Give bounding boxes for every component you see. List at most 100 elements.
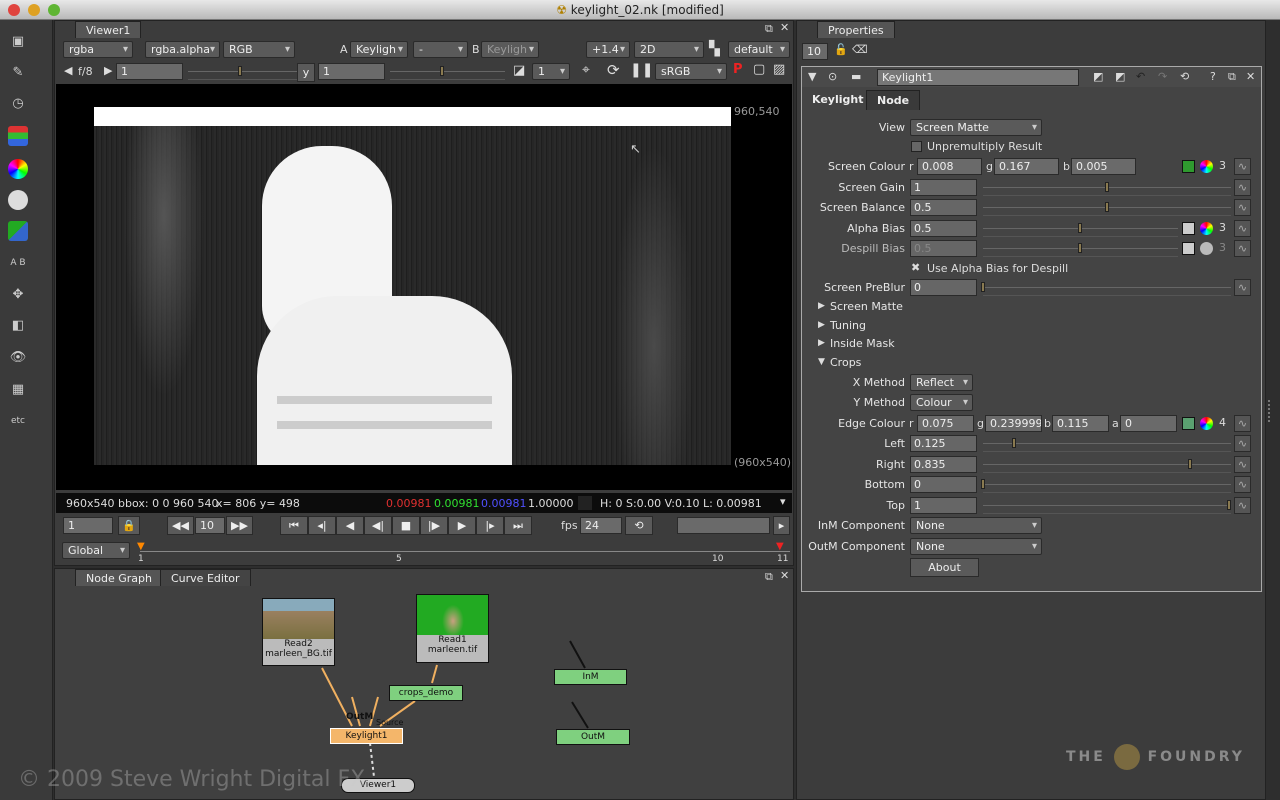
alpha-bias-slider[interactable] [983, 220, 1178, 237]
help-icon[interactable]: ? [1210, 70, 1216, 83]
edge-colour-r[interactable]: 0.075 [917, 415, 974, 432]
screen-balance-slider[interactable] [983, 199, 1231, 216]
tab-keylight[interactable]: Keylight [802, 90, 874, 110]
right-slider[interactable] [983, 456, 1231, 473]
group-screen-matte[interactable]: Screen Matte [830, 300, 903, 313]
channel-count[interactable]: 3 [1219, 159, 1226, 172]
collapse-panel-icon[interactable]: ▼ [808, 70, 816, 83]
screen-balance-field[interactable]: 0.5 [910, 199, 977, 216]
edge-colour-b[interactable]: 0.115 [1052, 415, 1109, 432]
y-method-label: Y Method [853, 396, 905, 409]
node-outm[interactable]: OutM [556, 729, 630, 745]
unpremult-checkbox[interactable] [911, 141, 922, 152]
node-name-field[interactable]: Keylight1 [877, 69, 1079, 86]
float-panel-icon[interactable]: ⧉ [1228, 70, 1236, 84]
edge-colour-g[interactable]: 0.2399999 [985, 415, 1042, 432]
animation-icon[interactable]: ∿ [1234, 240, 1251, 257]
alpha-bias-label: Alpha Bias [847, 222, 905, 235]
animation-icon[interactable]: ∿ [1234, 497, 1251, 514]
max-panels-field[interactable]: 10 [802, 43, 828, 60]
node-crops-demo[interactable]: crops_demo [389, 685, 463, 701]
despill-bias-slider[interactable] [983, 240, 1178, 257]
color-wheel-icon[interactable] [1200, 242, 1213, 255]
animation-icon[interactable]: ∿ [1234, 476, 1251, 493]
edge-outm-in [571, 701, 589, 729]
expand-icon[interactable]: ▶ [818, 338, 825, 348]
animation-icon[interactable]: ∿ [1234, 435, 1251, 452]
left-slider[interactable] [983, 435, 1231, 452]
lock-panels-icon[interactable]: 🔓 [834, 43, 848, 56]
channel-count[interactable]: 3 [1219, 241, 1226, 254]
preblur-field[interactable]: 0 [910, 279, 977, 296]
expand-icon[interactable]: ▶ [818, 301, 825, 311]
top-field[interactable]: 1 [910, 497, 977, 514]
alpha-bias-swatch[interactable] [1182, 222, 1195, 235]
color-wheel-icon[interactable] [1200, 160, 1213, 173]
tab-node[interactable]: Node [866, 90, 921, 110]
x-method-dropdown[interactable]: Reflect [910, 374, 973, 391]
screen-colour-b[interactable]: 0.005 [1071, 158, 1136, 175]
preblur-slider[interactable] [981, 279, 1231, 296]
revert-icon[interactable]: ⟲ [1180, 70, 1189, 83]
tile-color-icon[interactable]: ◩ [1093, 70, 1103, 83]
node-inm[interactable]: InM [554, 669, 627, 685]
clear-panels-icon[interactable]: ⌫ [852, 43, 868, 56]
node-toggle-icon[interactable]: ⊙ [828, 70, 837, 83]
outm-component-dropdown[interactable]: None [910, 538, 1042, 555]
edge-colour-swatch[interactable] [1182, 417, 1195, 430]
group-inside-mask[interactable]: Inside Mask [830, 337, 895, 350]
animation-icon[interactable]: ∿ [1234, 456, 1251, 473]
despill-bias-field[interactable]: 0.5 [910, 240, 977, 257]
top-slider[interactable] [983, 497, 1231, 514]
screen-gain-slider[interactable] [983, 179, 1231, 196]
animation-icon[interactable]: ∿ [1234, 415, 1251, 432]
screen-colour-g[interactable]: 0.167 [994, 158, 1059, 175]
animation-icon[interactable]: ∿ [1234, 279, 1251, 296]
edge-inm-in [569, 640, 586, 669]
gl-color-icon[interactable]: ◩ [1115, 70, 1125, 83]
pane-splitter-handle[interactable] [1268, 400, 1276, 422]
expand-icon[interactable]: ▶ [818, 320, 825, 330]
despill-bias-swatch[interactable] [1182, 242, 1195, 255]
group-crops[interactable]: Crops [830, 356, 861, 369]
node-keylight1[interactable]: Keylight1 [330, 728, 403, 744]
node-read2[interactable]: Read2 marleen_BG.tif [262, 598, 335, 666]
screen-colour-swatch[interactable] [1182, 160, 1195, 173]
bottom-field[interactable]: 0 [910, 476, 977, 493]
screen-colour-r[interactable]: 0.008 [917, 158, 982, 175]
left-label: Left [884, 437, 905, 450]
preblur-label: Screen PreBlur [824, 281, 905, 294]
color-wheel-icon[interactable] [1200, 417, 1213, 430]
view-dropdown[interactable]: Screen Matte [910, 119, 1042, 136]
y-method-dropdown[interactable]: Colour [910, 394, 973, 411]
bottom-slider[interactable] [981, 476, 1231, 493]
screen-gain-label: Screen Gain [838, 181, 905, 194]
channel-count[interactable]: 3 [1219, 221, 1226, 234]
tab-properties[interactable]: Properties [817, 21, 895, 38]
node-file: marleen.tif [427, 645, 478, 655]
channel-count[interactable]: 4 [1219, 416, 1226, 429]
despill-bias-label: Despill Bias [841, 242, 905, 255]
animation-icon[interactable]: ∿ [1234, 179, 1251, 196]
animation-icon[interactable]: ∿ [1234, 220, 1251, 237]
redo-icon[interactable]: ↷ [1158, 70, 1167, 83]
use-alpha-bias-checkbox[interactable]: ✖ [911, 261, 920, 274]
x-method-label: X Method [852, 376, 905, 389]
node-color-icon[interactable]: ▬ [851, 70, 861, 83]
animation-icon[interactable]: ∿ [1234, 158, 1251, 175]
color-wheel-icon[interactable] [1200, 222, 1213, 235]
animation-icon[interactable]: ∿ [1234, 199, 1251, 216]
inm-component-dropdown[interactable]: None [910, 517, 1042, 534]
right-field[interactable]: 0.835 [910, 456, 977, 473]
about-button[interactable]: About [910, 558, 979, 577]
edge-colour-a[interactable]: 0 [1120, 415, 1177, 432]
undo-icon[interactable]: ↶ [1136, 70, 1145, 83]
collapse-icon[interactable]: ▼ [818, 357, 825, 367]
node-file: marleen_BG.tif [265, 649, 332, 659]
node-read1[interactable]: Read1 marleen.tif [416, 594, 489, 663]
left-field[interactable]: 0.125 [910, 435, 977, 452]
alpha-bias-field[interactable]: 0.5 [910, 220, 977, 237]
group-tuning[interactable]: Tuning [830, 319, 866, 332]
screen-gain-field[interactable]: 1 [910, 179, 977, 196]
close-panel-icon[interactable]: ✕ [1246, 70, 1255, 83]
